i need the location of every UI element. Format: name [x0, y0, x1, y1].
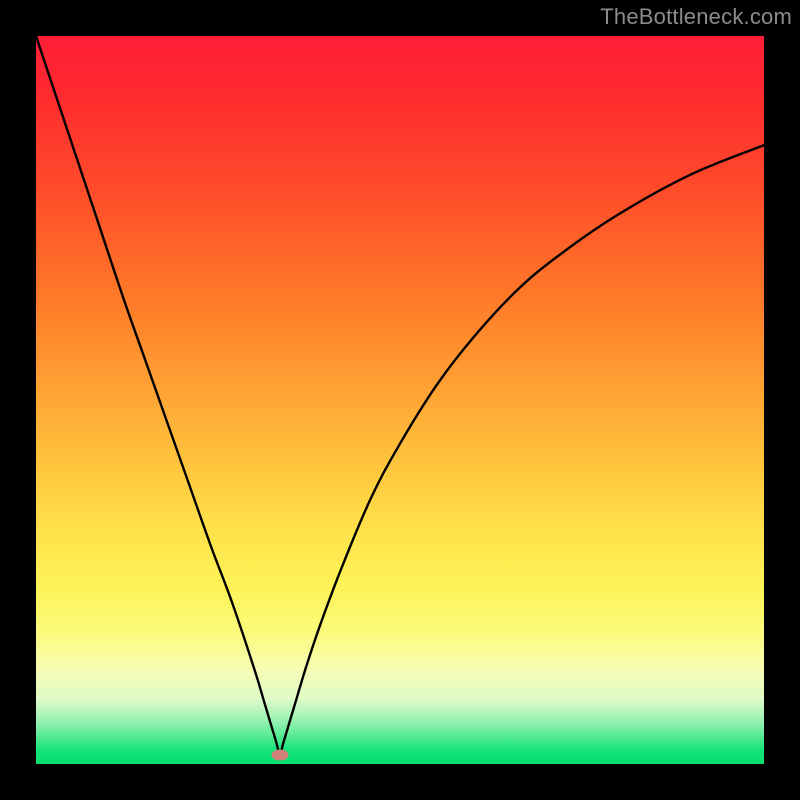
bottleneck-curve [36, 36, 764, 764]
minimum-marker [271, 750, 288, 761]
plot-area [36, 36, 764, 764]
watermark-text: TheBottleneck.com [600, 4, 792, 30]
chart-frame: TheBottleneck.com [0, 0, 800, 800]
